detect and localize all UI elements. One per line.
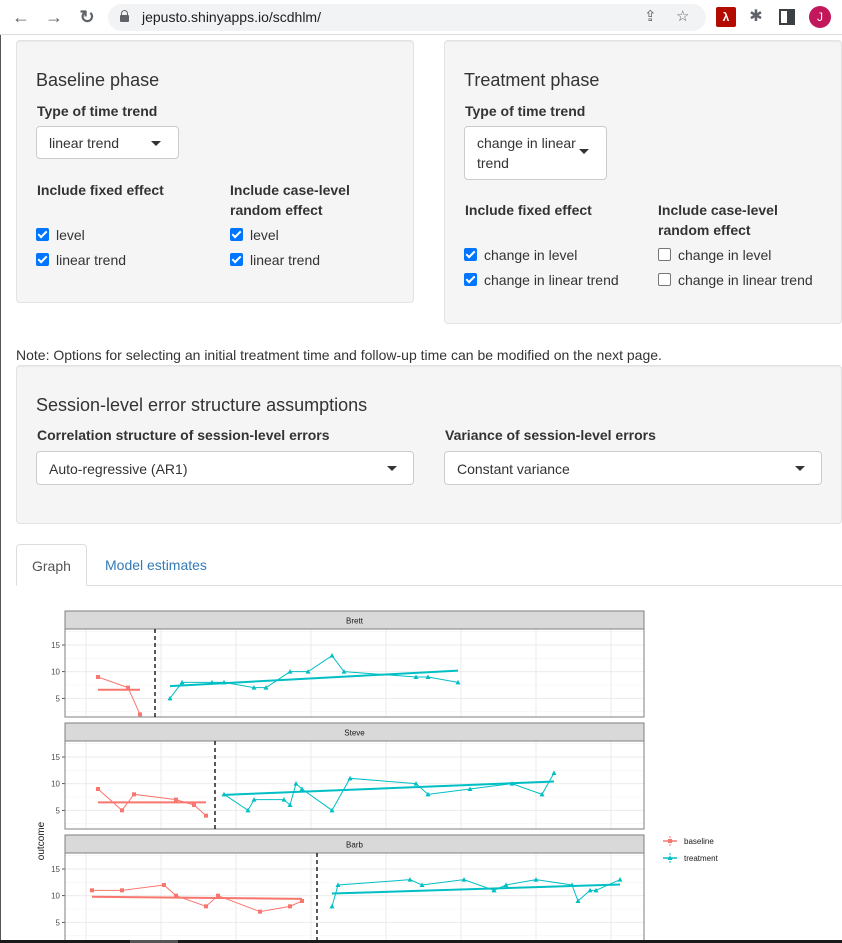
baseline-point <box>96 787 100 791</box>
checkbox-checked-icon[interactable] <box>230 228 243 241</box>
side-panel-icon[interactable] <box>779 9 795 25</box>
back-arrow-icon[interactable]: ← <box>10 6 32 28</box>
y-tick-label: 10 <box>51 892 60 901</box>
baseline-trend-value: linear trend <box>49 135 120 151</box>
baseline-phase-panel: Baseline phase Type of time trend linear… <box>16 40 414 303</box>
facet-label: Steve <box>344 729 365 738</box>
variance-label: Variance of session-level errors <box>445 427 656 443</box>
y-axis-label: outcome <box>36 821 47 860</box>
baseline-point <box>216 893 220 898</box>
tab-graph[interactable]: Graph <box>16 544 87 586</box>
chevron-down-icon <box>579 149 589 154</box>
lock-icon[interactable] <box>120 10 129 22</box>
baseline-point <box>126 685 130 690</box>
y-tick-label: 15 <box>51 865 60 874</box>
y-tick-label: 10 <box>51 780 60 789</box>
y-tick-label: 15 <box>51 753 60 762</box>
baseline-trend-label: Type of time trend <box>37 103 158 119</box>
treatment-trend-value: change in linear trend <box>477 135 576 171</box>
baseline-point <box>120 808 124 813</box>
puzzle-extensions-icon[interactable]: ✱ <box>746 7 766 27</box>
chevron-down-icon <box>151 141 161 146</box>
facet-label: Barb <box>346 841 363 850</box>
chevron-down-icon <box>795 466 805 471</box>
baseline-point <box>120 888 124 893</box>
variance-select[interactable]: Constant variance <box>444 451 822 485</box>
treatment-phase-panel: Treatment phase Type of time trend chang… <box>444 40 842 324</box>
baseline-point <box>138 712 142 717</box>
baseline-point <box>288 904 292 909</box>
reload-icon[interactable]: ↻ <box>76 6 98 28</box>
url-text[interactable]: jepusto.shinyapps.io/scdhlm/ <box>142 9 321 25</box>
address-bar[interactable]: jepusto.shinyapps.io/scdhlm/ ⇪ ☆ <box>108 4 706 31</box>
treatment-fixed-label: Include fixed effect <box>465 202 592 218</box>
y-tick-label: 5 <box>56 694 61 703</box>
session-error-panel: Session-level error structure assumption… <box>16 365 842 524</box>
treatment-phase-title: Treatment phase <box>464 70 600 90</box>
panel-background <box>65 629 644 717</box>
checkbox-checked-icon[interactable] <box>230 253 243 266</box>
legend-label: treatment <box>684 854 719 863</box>
baseline-trend-select[interactable]: linear trend <box>36 126 179 159</box>
profile-avatar[interactable]: J <box>809 6 831 28</box>
correlation-select[interactable]: Auto-regressive (AR1) <box>36 451 414 485</box>
checkbox-unchecked-icon[interactable] <box>658 248 671 261</box>
baseline-random-label: Include case-level random effect <box>230 182 350 218</box>
checkbox-unchecked-icon[interactable] <box>658 273 671 286</box>
baseline-point <box>204 904 208 909</box>
chevron-down-icon <box>387 466 397 471</box>
baseline-fixed-label: Include fixed effect <box>37 182 164 198</box>
variance-value: Constant variance <box>457 461 570 477</box>
baseline-point <box>174 797 178 802</box>
y-tick-label: 15 <box>51 641 60 650</box>
baseline-point <box>174 893 178 898</box>
legend-label: baseline <box>684 837 714 846</box>
treatment-trend-select[interactable]: change in linear trend <box>464 126 607 180</box>
tab-model-estimates[interactable]: Model estimates <box>90 544 222 586</box>
correlation-value: Auto-regressive (AR1) <box>49 461 188 477</box>
y-tick-label: 10 <box>51 668 60 677</box>
checkbox-checked-icon[interactable] <box>464 248 477 261</box>
share-icon[interactable]: ⇪ <box>644 7 657 25</box>
facet-label: Brett <box>346 617 364 626</box>
browser-toolbar: ← → ↻ jepusto.shinyapps.io/scdhlm/ ⇪ ☆ λ… <box>0 0 842 35</box>
baseline-point <box>300 899 304 903</box>
checkbox-checked-icon[interactable] <box>36 228 49 241</box>
baseline-point <box>90 888 94 893</box>
treatment-trend-label: Type of time trend <box>465 103 586 119</box>
checkbox-checked-icon[interactable] <box>36 253 49 266</box>
forward-arrow-icon[interactable]: → <box>43 6 65 28</box>
legend-key-marker <box>668 839 672 843</box>
baseline-point <box>96 675 100 679</box>
baseline-point <box>192 803 196 807</box>
case-plots-chart: Brett 5 10 15 Steve 5 10 15 Barb 5 10 15 outcome base… <box>36 610 719 940</box>
pdf-extension-icon[interactable]: λ <box>716 7 736 27</box>
baseline-point <box>204 813 208 818</box>
baseline-point <box>132 792 136 797</box>
baseline-phase-title: Baseline phase <box>36 70 160 90</box>
star-icon[interactable]: ☆ <box>676 7 689 25</box>
baseline-point <box>258 909 262 914</box>
note-text: Note: Options for selecting an initial t… <box>16 347 662 363</box>
session-error-title: Session-level error structure assumption… <box>36 395 368 415</box>
panel-background <box>65 741 644 829</box>
baseline-point <box>162 883 166 887</box>
treatment-random-label: Include case-level random effect <box>658 202 778 238</box>
checkbox-checked-icon[interactable] <box>464 273 477 286</box>
y-tick-label: 5 <box>56 918 61 927</box>
y-tick-label: 5 <box>56 806 61 815</box>
correlation-label: Correlation structure of session-level e… <box>37 427 330 443</box>
